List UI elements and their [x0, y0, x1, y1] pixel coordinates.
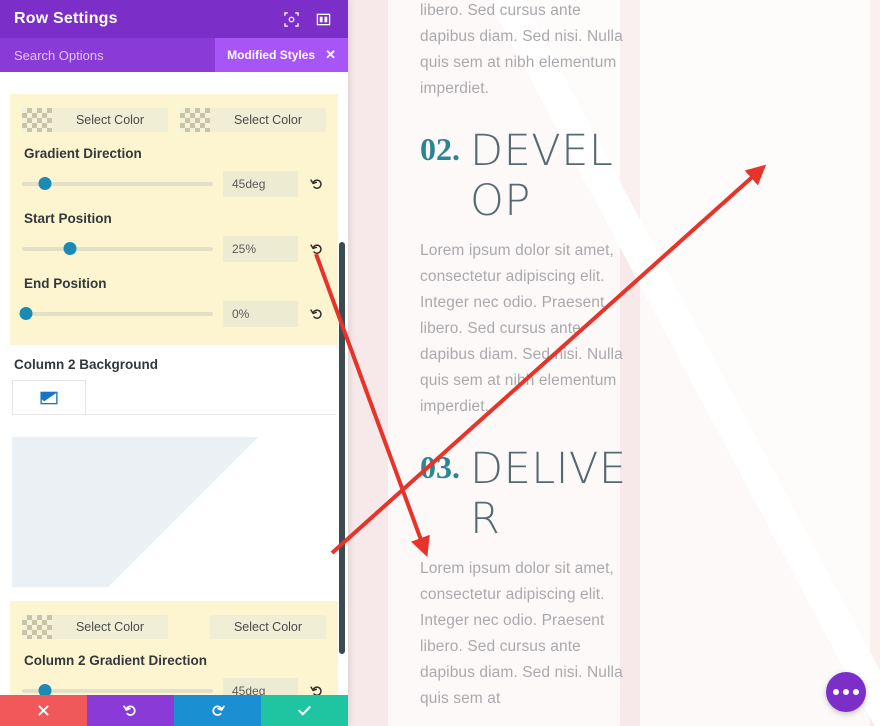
close-icon[interactable]: ✕ — [325, 47, 336, 63]
column2-gradient-direction-label: Column 2 Gradient Direction — [24, 653, 208, 668]
color-swatch-icon[interactable] — [22, 108, 52, 132]
panel-scroll-area: Select Color Select Color Gradient Direc… — [0, 72, 348, 695]
select-color-button[interactable]: Select Color — [210, 615, 326, 639]
slider-track — [22, 312, 213, 316]
panel-header: Row Settings — [0, 0, 348, 38]
color-stop-1[interactable]: Select Color — [22, 108, 168, 132]
feature-heading-02: 02. DEVELOP — [420, 126, 632, 226]
color-swatch-icon[interactable] — [22, 615, 52, 639]
fab-dot-icon — [853, 689, 859, 695]
fab-dot-icon — [833, 689, 839, 695]
focus-target-icon[interactable] — [280, 8, 302, 30]
content-column-1: Lorem ipsum dolor sit amet, consectetur … — [348, 0, 626, 726]
column2-gradient-group: Select Color Select Color Column 2 Gradi… — [10, 601, 338, 695]
reset-icon[interactable] — [308, 307, 326, 321]
panel-title: Row Settings — [14, 10, 118, 27]
panel-scrollbar-thumb[interactable] — [339, 242, 345, 654]
start-position-control: 25% — [22, 236, 326, 262]
column2-background-label: Column 2 Background — [14, 357, 159, 372]
feature-heading-03: 03. DELIVER — [420, 444, 632, 544]
feature-body-02: Lorem ipsum dolor sit amet, consectetur … — [420, 242, 623, 415]
modified-styles-chip[interactable]: Modified Styles ✕ — [215, 38, 348, 72]
color-swatch-icon — [180, 615, 210, 639]
panel-footer — [0, 695, 348, 726]
redo-button[interactable] — [174, 695, 261, 726]
gradient-color-stops: Select Color Select Color — [22, 108, 326, 132]
column2-color-stops: Select Color Select Color — [22, 615, 326, 639]
panel-search-bar: Modified Styles ✕ — [0, 38, 348, 72]
select-color-button[interactable]: Select Color — [210, 108, 326, 132]
end-position-slider[interactable] — [19, 307, 213, 321]
start-position-label: Start Position — [24, 211, 112, 226]
slider-knob[interactable] — [63, 242, 77, 255]
column2-gradient-preview — [12, 437, 336, 587]
gradient-direction-value[interactable]: 45deg — [223, 171, 298, 197]
column2-gradient-direction-slider[interactable] — [22, 684, 213, 695]
layout-panel-icon[interactable] — [312, 8, 334, 30]
gradient-image-icon[interactable] — [12, 380, 86, 414]
column2-gradient-direction-control: 45deg — [22, 678, 326, 695]
fab-dot-icon — [843, 689, 849, 695]
feature-title: DELIVER — [470, 444, 627, 544]
gradient-settings-group: Select Color Select Color Gradient Direc… — [10, 94, 338, 345]
column2-gradient-direction-value[interactable]: 45deg — [223, 678, 298, 695]
search-input[interactable] — [14, 47, 216, 63]
panel-body: Select Color Select Color Gradient Direc… — [0, 72, 348, 695]
save-button[interactable] — [261, 695, 348, 726]
modified-styles-label: Modified Styles — [227, 48, 316, 62]
column2-color-stop-2[interactable]: Select Color — [180, 615, 326, 639]
cancel-button[interactable] — [0, 695, 87, 726]
end-position-label: End Position — [24, 276, 107, 291]
reset-icon[interactable] — [308, 684, 326, 695]
column2-color-stop-1[interactable]: Select Color — [22, 615, 168, 639]
undo-button[interactable] — [87, 695, 174, 726]
gradient-direction-slider[interactable] — [22, 177, 213, 191]
column-top-blurb: Lorem ipsum dolor sit amet, consectetur … — [420, 2, 623, 97]
start-position-value[interactable]: 25% — [223, 236, 298, 262]
slider-knob[interactable] — [38, 684, 52, 695]
slider-track — [22, 247, 213, 251]
feature-body-03: Lorem ipsum dolor sit amet, consectetur … — [420, 560, 623, 707]
content-column-2: Lorem ipsum dolor sit amet, consectetur … — [613, 0, 878, 726]
end-position-value[interactable]: 0% — [223, 301, 298, 327]
color-stop-2[interactable]: Select Color — [180, 108, 326, 132]
slider-knob[interactable] — [19, 307, 33, 320]
reset-icon[interactable] — [308, 177, 326, 191]
feature-number: 02. — [420, 131, 460, 167]
select-color-button[interactable]: Select Color — [52, 615, 168, 639]
feature-number: 03. — [420, 449, 460, 485]
start-position-slider[interactable] — [22, 242, 213, 256]
color-swatch-icon[interactable] — [180, 108, 210, 132]
feature-title: DEVELOP — [470, 126, 614, 226]
gradient-direction-control: 45deg — [22, 171, 326, 197]
slider-knob[interactable] — [38, 177, 52, 190]
select-color-button[interactable]: Select Color — [52, 108, 168, 132]
column2-background-section: Column 2 Background — [0, 345, 348, 587]
content-columns: Lorem ipsum dolor sit amet, consectetur … — [348, 0, 880, 726]
reset-icon[interactable] — [308, 242, 326, 256]
background-type-tabs — [12, 380, 336, 415]
row-settings-panel: Row Settings Modified Styles ✕ — [0, 0, 348, 726]
more-options-fab[interactable] — [826, 672, 866, 712]
gradient-direction-label: Gradient Direction — [24, 146, 142, 161]
end-position-control: 0% — [19, 301, 326, 327]
